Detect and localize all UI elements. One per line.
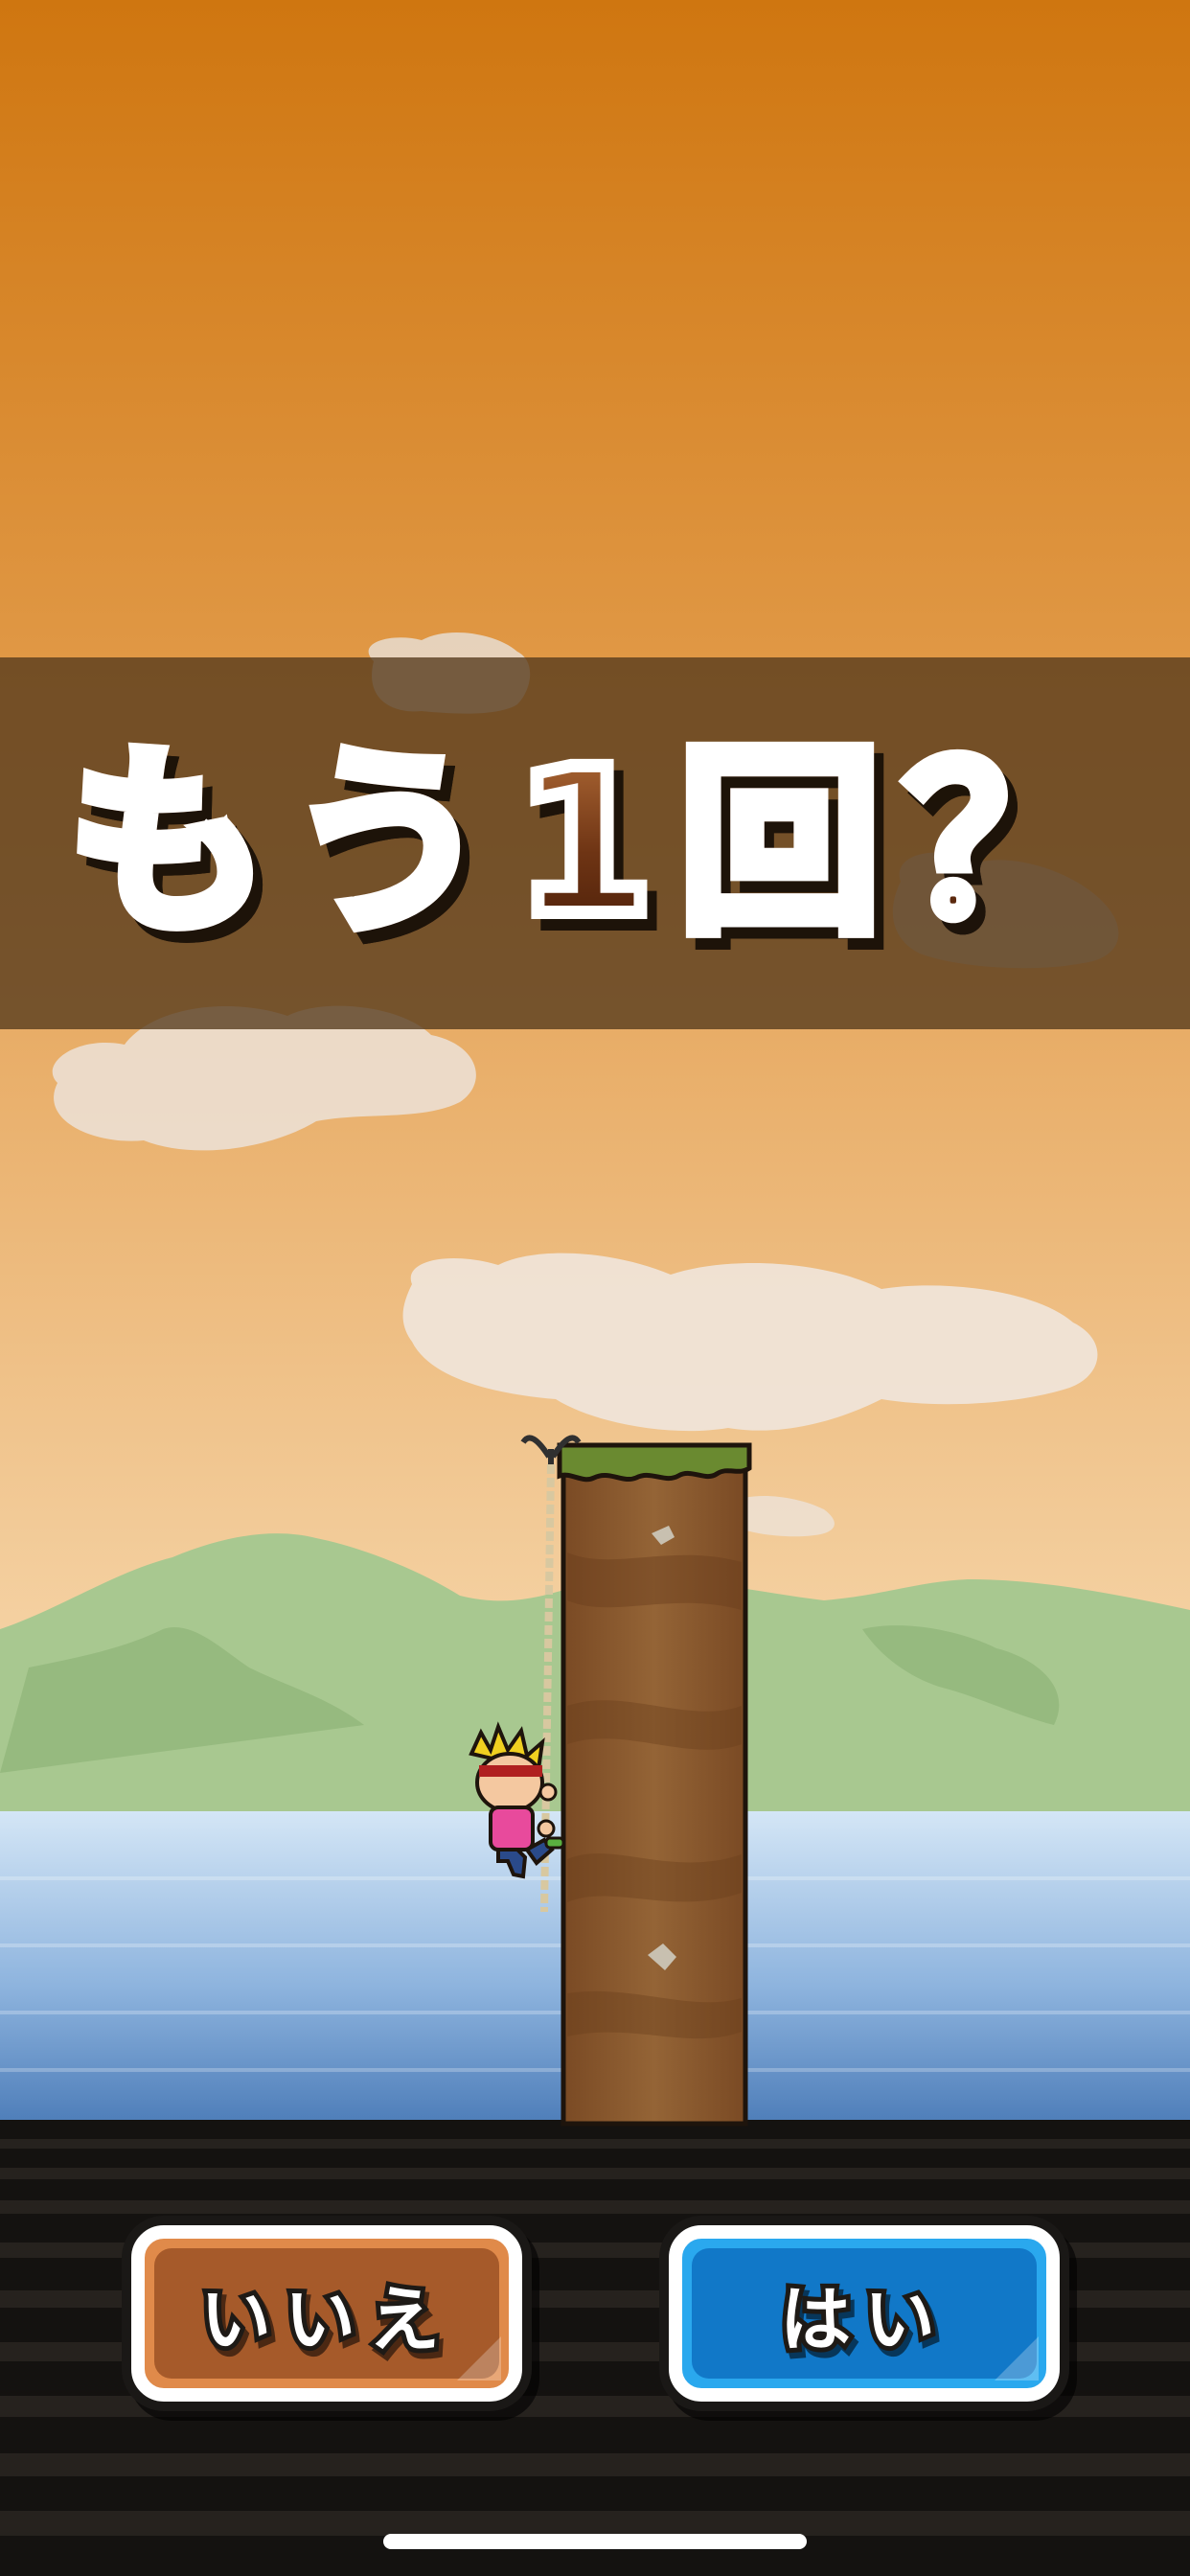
retry-banner: もう1回？ [0,657,1190,1029]
yes-button-label: はい [775,2274,949,2366]
retry-title: もう1回？ [61,725,1132,960]
home-indicator[interactable] [383,2534,807,2549]
no-button[interactable]: いいえ [131,2225,522,2402]
game-screen: もう1回？ いいえ はい [0,0,1190,2576]
game-scene [0,0,1190,2576]
pillar [557,1442,752,2127]
no-button-label: いいえ [195,2274,453,2366]
yes-button[interactable]: はい [669,2225,1060,2402]
